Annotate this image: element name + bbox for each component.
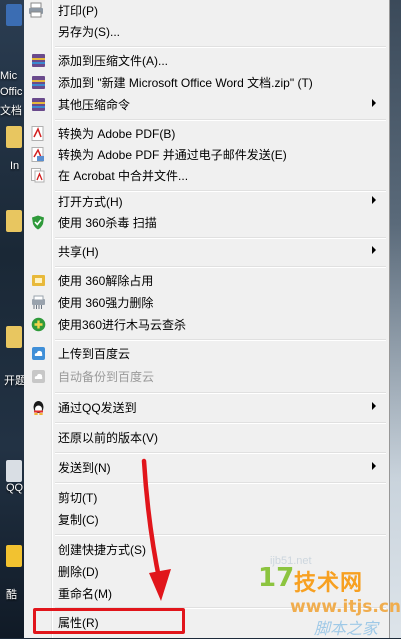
desktop-label-fragment: In bbox=[10, 160, 20, 172]
menu-item-label: 使用 360杀毒 扫描 bbox=[58, 216, 157, 230]
cloud-upload-icon bbox=[30, 346, 46, 362]
watermark: ijb51.net 17 技术网 www.itjs.cn 脚本之家 bbox=[258, 555, 401, 638]
menu-separator bbox=[55, 422, 386, 424]
print-icon-graphic bbox=[28, 2, 44, 18]
menu-item-label: 复制(C) bbox=[58, 513, 99, 527]
menu-item-label: 在 Acrobat 中合并文件... bbox=[58, 169, 189, 183]
archive-icon bbox=[30, 75, 46, 91]
desktop-folder-icon[interactable] bbox=[6, 210, 22, 232]
menu-separator bbox=[55, 46, 386, 48]
menu-item-upload-baidu[interactable]: 上传到百度云 bbox=[26, 343, 386, 364]
desktop-label-fragment: Offic bbox=[0, 86, 23, 98]
menu-separator bbox=[55, 534, 386, 536]
pdf-icon bbox=[30, 126, 46, 142]
menu-item-360-force-delete[interactable]: 使用 360强力删除 bbox=[26, 292, 386, 313]
menu-item-label: 使用360进行木马云查杀 bbox=[58, 318, 187, 332]
menu-separator bbox=[55, 119, 386, 121]
menu-item-restore-previous[interactable]: 还原以前的版本(V) bbox=[26, 427, 386, 448]
submenu-arrow-icon bbox=[372, 462, 376, 470]
menu-item-send-via-qq[interactable]: 通过QQ发送到 bbox=[26, 397, 386, 418]
desktop-background-right bbox=[390, 0, 401, 638]
menu-item-label: 打印(P) bbox=[58, 4, 98, 18]
qq-icon bbox=[30, 400, 46, 416]
menu-item-label: 通过QQ发送到 bbox=[58, 401, 137, 415]
menu-separator bbox=[55, 452, 386, 454]
menu-item-print[interactable]: 打印(P) bbox=[26, 0, 386, 21]
menu-item-label: 使用 360强力删除 bbox=[58, 296, 154, 310]
menu-item-acrobat-merge[interactable]: 在 Acrobat 中合并文件... bbox=[26, 165, 386, 186]
menu-separator bbox=[55, 339, 386, 341]
menu-item-copy[interactable]: 复制(C) bbox=[26, 509, 386, 530]
submenu-arrow-icon bbox=[372, 246, 376, 254]
archive-icon bbox=[30, 53, 46, 69]
annotation-highlight-box bbox=[33, 608, 185, 634]
menu-item-label: 转换为 Adobe PDF(B) bbox=[58, 127, 176, 141]
desktop-label-fragment: 酷 bbox=[6, 589, 17, 601]
menu-item-360-trojan-scan[interactable]: 使用360进行木马云查杀 bbox=[26, 314, 386, 335]
desktop-shortcut-icon[interactable] bbox=[6, 460, 22, 482]
pdf-merge-icon bbox=[30, 168, 46, 184]
desktop-folder-icon[interactable] bbox=[6, 326, 22, 348]
menu-item-label: 添加到 "新建 Microsoft Office Word 文档.zip" (T… bbox=[58, 76, 313, 90]
menu-item-label: 转换为 Adobe PDF 并通过电子邮件发送(E) bbox=[58, 148, 287, 162]
menu-item-convert-pdf-email[interactable]: 转换为 Adobe PDF 并通过电子邮件发送(E) bbox=[26, 144, 386, 165]
menu-item-label: 自动备份到百度云 bbox=[58, 370, 155, 384]
menu-separator bbox=[55, 392, 386, 394]
menu-item-share[interactable]: 共享(H) bbox=[26, 241, 386, 262]
submenu-arrow-icon bbox=[372, 196, 376, 204]
menu-item-label: 使用 360解除占用 bbox=[58, 274, 154, 288]
menu-item-label: 其他压缩命令 bbox=[58, 98, 131, 112]
menu-item-label: 发送到(N) bbox=[58, 461, 111, 475]
menu-item-send-to[interactable]: 发送到(N) bbox=[26, 457, 386, 478]
menu-item-add-to-archive[interactable]: 添加到压缩文件(A)... bbox=[26, 50, 386, 71]
watermark-url: www.itjs.cn bbox=[290, 597, 401, 617]
menu-item-save-as[interactable]: 另存为(S)... bbox=[26, 21, 386, 42]
menu-separator bbox=[55, 266, 386, 268]
menu-item-label: 重命名(M) bbox=[58, 587, 112, 601]
menu-item-other-compress[interactable]: 其他压缩命令 bbox=[26, 94, 386, 115]
desktop-app-icon[interactable] bbox=[6, 545, 22, 567]
menu-item-label: 打开方式(H) bbox=[58, 195, 123, 209]
desktop-label-fragment: QQ bbox=[6, 482, 24, 494]
menu-item-360-scan[interactable]: 使用 360杀毒 扫描 bbox=[26, 212, 386, 233]
submenu-arrow-icon bbox=[372, 402, 376, 410]
watermark-title: 技术网 bbox=[294, 571, 364, 596]
menu-item-label: 剪切(T) bbox=[58, 491, 98, 505]
menu-item-label: 另存为(S)... bbox=[58, 25, 120, 39]
desktop-label-fragment: 开题 bbox=[4, 375, 24, 387]
menu-item-360-unlock[interactable]: 使用 360解除占用 bbox=[26, 270, 386, 291]
watermark-subtitle: 脚本之家 bbox=[314, 619, 379, 638]
desktop-label-fragment: Mic bbox=[0, 70, 18, 82]
menu-separator bbox=[55, 237, 386, 239]
cloud-backup-icon bbox=[30, 369, 46, 385]
menu-item-label: 共享(H) bbox=[58, 245, 99, 259]
annotation-arrow-icon bbox=[141, 458, 171, 601]
shredder-icon bbox=[30, 295, 46, 311]
plus-shield-icon bbox=[30, 317, 46, 333]
archive-icon bbox=[30, 97, 46, 113]
desktop-folder-icon[interactable] bbox=[6, 126, 22, 148]
pdf-mail-icon bbox=[30, 147, 46, 163]
watermark-logo: 17 bbox=[258, 563, 295, 593]
unlock-icon bbox=[30, 273, 46, 289]
submenu-arrow-icon bbox=[372, 99, 376, 107]
desktop-word-icon[interactable] bbox=[6, 4, 22, 26]
menu-item-label: 还原以前的版本(V) bbox=[58, 431, 158, 445]
menu-item-open-with[interactable]: 打开方式(H) bbox=[26, 191, 386, 212]
menu-item-cut[interactable]: 剪切(T) bbox=[26, 487, 386, 508]
menu-item-label: 上传到百度云 bbox=[58, 347, 131, 361]
menu-item-create-shortcut[interactable]: 创建快捷方式(S) bbox=[26, 539, 386, 560]
context-menu: 打印(P) 另存为(S)... 添加到压缩文件(A)... 添加到 "新建 Mi… bbox=[24, 0, 390, 638]
menu-item-add-to-zip[interactable]: 添加到 "新建 Microsoft Office Word 文档.zip" (T… bbox=[26, 72, 386, 93]
menu-separator bbox=[55, 482, 386, 484]
menu-item-auto-backup-baidu[interactable]: 自动备份到百度云 bbox=[26, 366, 386, 387]
desktop-background-left: Mic Offic 文档 In 开题 QQ 酷 bbox=[0, 0, 24, 638]
desktop-label-fragment: 文档 bbox=[0, 105, 22, 117]
menu-item-label: 删除(D) bbox=[58, 565, 99, 579]
menu-item-convert-pdf[interactable]: 转换为 Adobe PDF(B) bbox=[26, 123, 386, 144]
menu-item-label: 添加到压缩文件(A)... bbox=[58, 54, 168, 68]
shield-icon bbox=[30, 215, 46, 231]
